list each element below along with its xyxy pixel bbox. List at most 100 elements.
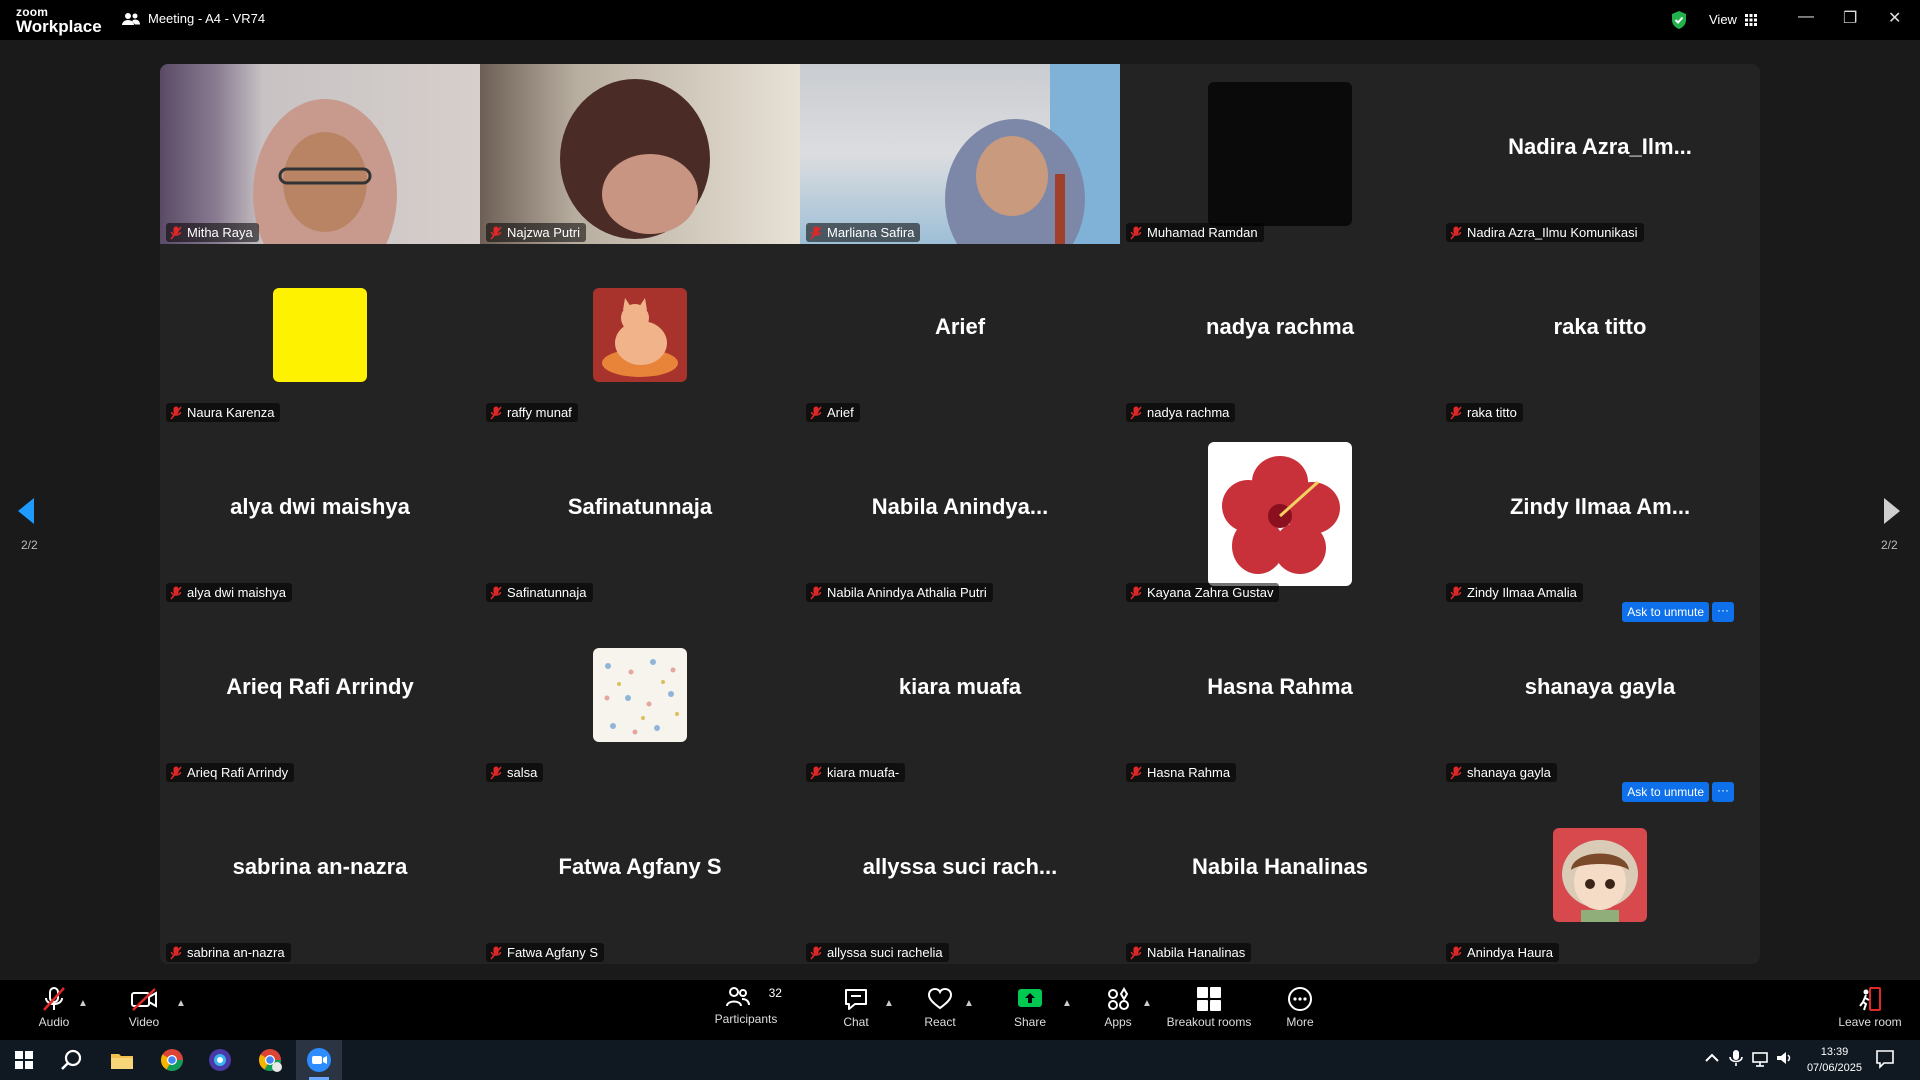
participant-video (800, 64, 1120, 244)
participant-video (480, 64, 800, 244)
tray-network-icon[interactable] (1750, 1048, 1770, 1068)
breakout-rooms-button[interactable]: Breakout rooms (1164, 986, 1254, 1029)
participant-tile[interactable]: salsa (480, 604, 800, 784)
participant-tile[interactable]: Arieq Rafi Arrindy Arieq Rafi Arrindy (160, 604, 480, 784)
apps-options-chevron-icon[interactable]: ▲ (1142, 998, 1152, 1009)
muted-mic-icon (810, 945, 822, 960)
muted-mic-icon (490, 945, 502, 960)
file-explorer-icon[interactable] (108, 1046, 136, 1074)
participant-name-label: Najzwa Putri (486, 223, 586, 242)
chat-button[interactable]: Chat (840, 986, 872, 1029)
participant-tile[interactable]: Zindy Ilmaa Am... Zindy Ilmaa Amalia (1440, 424, 1760, 604)
tray-mic-icon[interactable] (1726, 1048, 1746, 1068)
muted-mic-icon (490, 585, 502, 600)
participant-tile[interactable]: kiara muafa kiara muafa- (800, 604, 1120, 784)
chrome-icon[interactable] (158, 1046, 186, 1074)
next-page-button[interactable] (1882, 496, 1902, 531)
participants-button[interactable]: 32 Participants (710, 986, 782, 1026)
view-button[interactable]: View (1709, 12, 1757, 27)
participant-name-label: salsa (486, 763, 544, 782)
participant-display-name: Nadira Azra_Ilm... (1508, 134, 1692, 159)
chat-options-chevron-icon[interactable]: ▲ (884, 998, 894, 1009)
muted-mic-icon (490, 405, 502, 420)
taskbar-clock[interactable]: 13:39 07/06/2025 (1807, 1044, 1862, 1076)
muted-mic-icon (1450, 945, 1462, 960)
participant-name-label: raka titto (1446, 403, 1523, 422)
participant-display-name: alya dwi maishya (230, 494, 410, 519)
participant-display-name: shanaya gayla (1524, 674, 1676, 699)
muted-mic-icon (1450, 765, 1462, 780)
participant-display-name: allyssa suci rach... (862, 854, 1058, 879)
react-options-chevron-icon[interactable]: ▲ (964, 998, 974, 1009)
participant-tile[interactable]: Muhamad Ramdan (1120, 64, 1440, 244)
participant-tile[interactable]: nadya rachma nadya rachma (1120, 244, 1440, 424)
participant-tile[interactable]: Fatwa Agfany S Fatwa Agfany S (480, 784, 800, 964)
participant-tile[interactable]: sabrina an-nazra sabrina an-nazra (160, 784, 480, 964)
muted-mic-icon (810, 765, 822, 780)
participant-tile[interactable]: raffy munaf (480, 244, 800, 424)
meeting-info[interactable]: Meeting - A4 - VR74 (122, 11, 265, 26)
react-button[interactable]: React (922, 986, 958, 1029)
participant-tile[interactable]: Kayana Zahra Gustav (1120, 424, 1440, 604)
browser-icon[interactable] (206, 1046, 234, 1074)
muted-mic-icon (170, 225, 182, 240)
security-shield-icon[interactable] (1670, 10, 1688, 35)
arrow-right-icon (1884, 498, 1900, 524)
participant-display-name: nadya rachma (1206, 314, 1354, 339)
share-options-chevron-icon[interactable]: ▲ (1062, 998, 1072, 1009)
chrome-profile-icon[interactable] (256, 1046, 284, 1074)
participant-tile[interactable]: Nadira Azra_Ilm... Nadira Azra_Ilmu Komu… (1440, 64, 1760, 244)
windows-start-icon[interactable] (10, 1046, 38, 1074)
participant-tile[interactable]: allyssa suci rach... allyssa suci rachel… (800, 784, 1120, 964)
camera-off-icon (131, 988, 157, 1011)
participant-tile[interactable]: Ask to unmute ··· shanaya gayla shanaya … (1440, 602, 1760, 784)
video-button[interactable]: Video (124, 986, 164, 1029)
participant-tile[interactable]: Nabila Hanalinas Nabila Hanalinas (1120, 784, 1440, 964)
participant-tile[interactable]: Najzwa Putri (480, 64, 800, 244)
ask-to-unmute-button[interactable]: Ask to unmute (1622, 782, 1709, 802)
notification-icon[interactable] (1874, 1048, 1896, 1070)
close-icon[interactable]: ✕ (1888, 8, 1901, 28)
participant-tile[interactable]: Ask to unmute ··· Anindya Haura (1440, 782, 1760, 964)
muted-mic-icon (170, 585, 182, 600)
apps-button[interactable]: Apps (1102, 986, 1134, 1029)
participant-avatar (593, 648, 687, 742)
chat-icon (845, 989, 867, 1010)
more-button[interactable]: More (1284, 986, 1316, 1029)
video-options-chevron-icon[interactable]: ▲ (176, 998, 186, 1009)
page-indicator-right: 2/2 (1881, 538, 1898, 552)
participant-name-label: allyssa suci rachelia (806, 943, 949, 962)
participants-icon (725, 987, 750, 1007)
ask-to-unmute-button[interactable]: Ask to unmute (1622, 602, 1709, 622)
audio-button[interactable]: Audio (34, 986, 74, 1029)
participant-tile[interactable]: Hasna Rahma Hasna Rahma (1120, 604, 1440, 784)
tray-chevron-up-icon[interactable] (1702, 1048, 1722, 1068)
participant-tile[interactable]: Nabila Anindya... Nabila Anindya Athalia… (800, 424, 1120, 604)
previous-page-button[interactable] (16, 496, 36, 531)
participant-tile[interactable]: Naura Karenza (160, 244, 480, 424)
zoom-taskbar-active[interactable] (296, 1040, 342, 1080)
participant-name-label: Kayana Zahra Gustav (1126, 583, 1280, 602)
windows-taskbar: 13:39 07/06/2025 (0, 1040, 1920, 1080)
tile-more-button[interactable]: ··· (1712, 782, 1734, 802)
participant-name-label: raffy munaf (486, 403, 578, 422)
tile-actions: Ask to unmute ··· (1622, 782, 1734, 802)
leave-door-icon (1859, 987, 1881, 1011)
tile-more-button[interactable]: ··· (1712, 602, 1734, 622)
participant-tile[interactable]: Arief Arief (800, 244, 1120, 424)
search-icon[interactable] (58, 1046, 86, 1074)
audio-options-chevron-icon[interactable]: ▲ (78, 998, 88, 1009)
participant-tile[interactable]: raka titto raka titto (1440, 244, 1760, 424)
participant-display-name: Nabila Anindya... (871, 494, 1049, 519)
restore-icon[interactable]: ❐ (1843, 8, 1857, 28)
participant-tile[interactable]: Mitha Raya (160, 64, 480, 244)
participant-tile[interactable]: Safinatunnaja Safinatunnaja (480, 424, 800, 604)
participant-tile[interactable]: alya dwi maishya alya dwi maishya (160, 424, 480, 604)
leave-room-button[interactable]: Leave room (1836, 986, 1904, 1029)
participant-name-label: shanaya gayla (1446, 763, 1557, 782)
participant-tile[interactable]: Marliana Safira (800, 64, 1120, 244)
zoom-logo: zoom Workplace (16, 5, 102, 36)
minimize-icon[interactable]: — (1798, 8, 1814, 26)
share-button[interactable]: Share (1012, 986, 1048, 1029)
tray-volume-icon[interactable] (1774, 1048, 1794, 1068)
